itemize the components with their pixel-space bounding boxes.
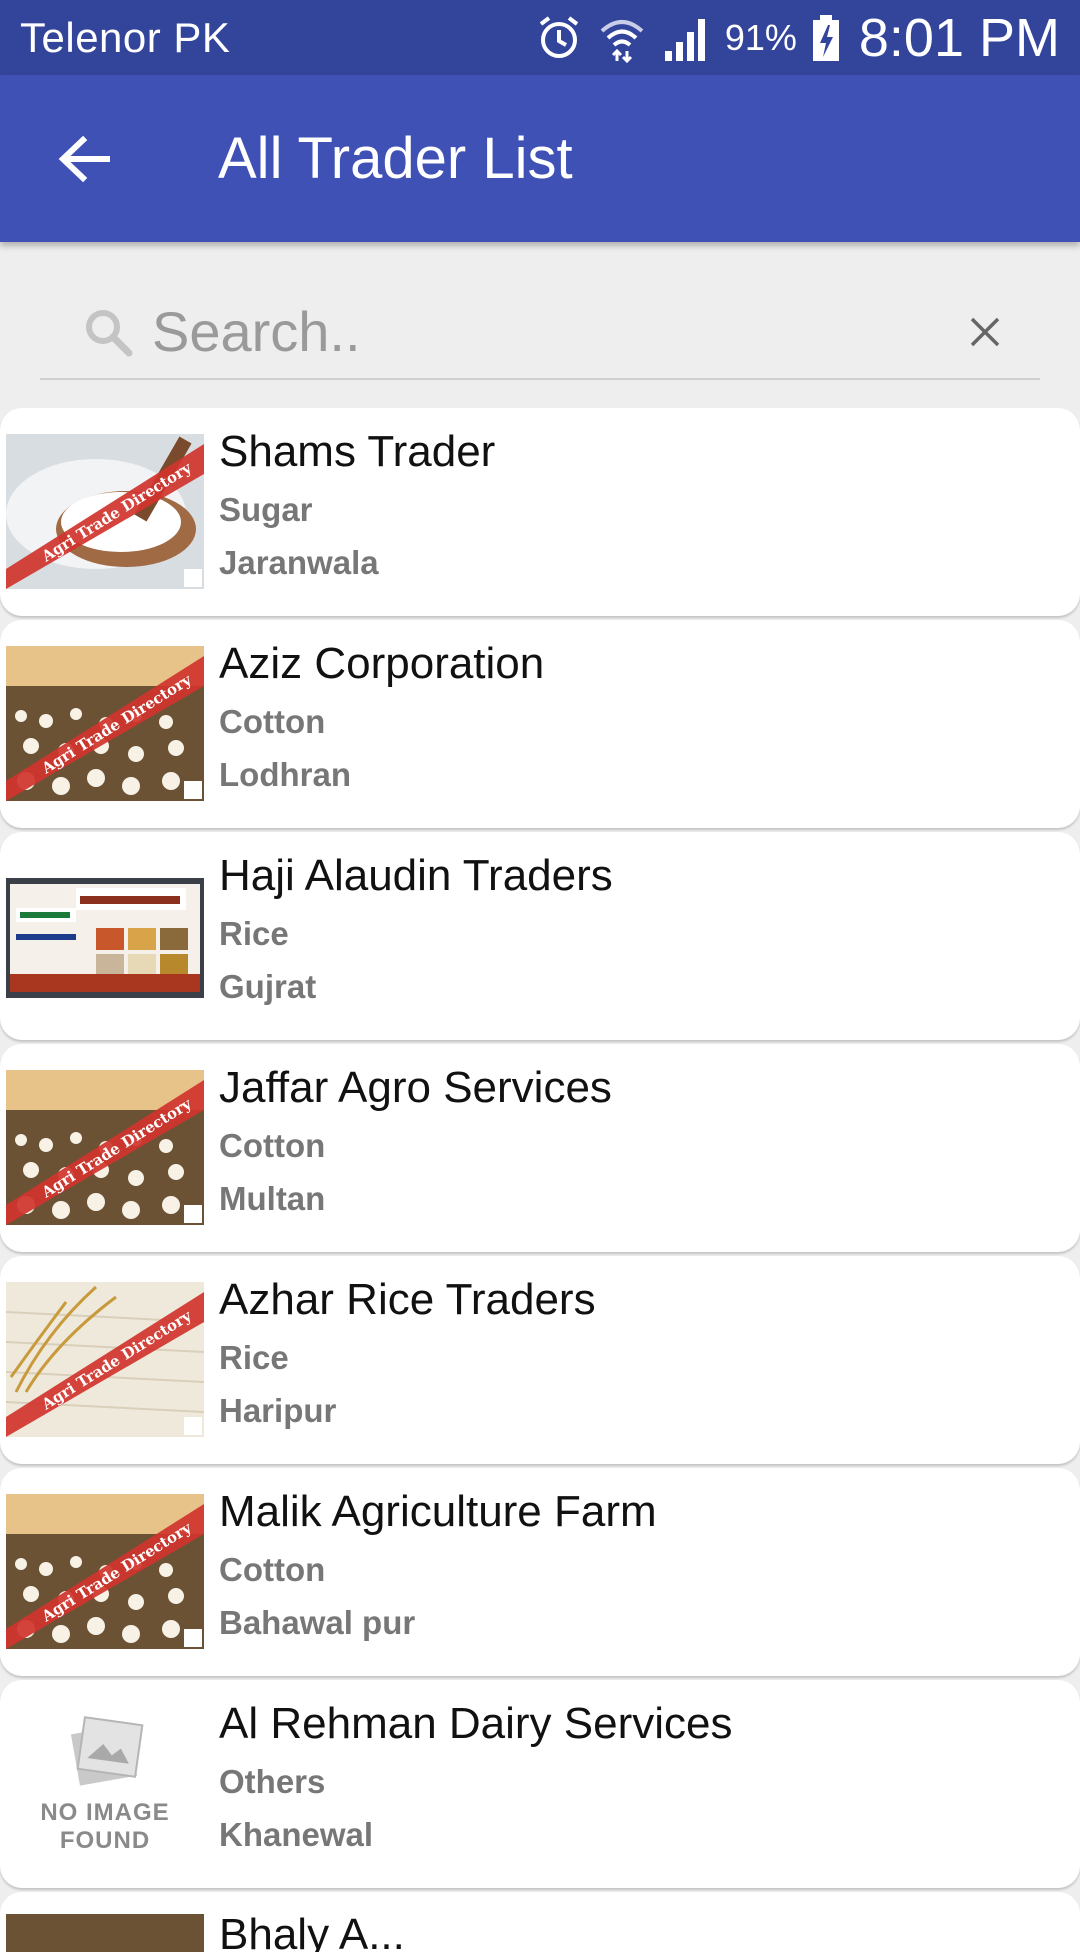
alarm-icon xyxy=(539,15,579,58)
trader-name: Haji Alaudin Traders xyxy=(219,851,613,900)
trader-image-rice: Agri Trade Directory xyxy=(6,1282,204,1437)
trader-name: Shams Trader xyxy=(219,427,496,476)
trader-card-partial[interactable]: Bhaly A... xyxy=(0,1892,1080,1952)
trader-city: Multan xyxy=(219,1180,326,1217)
status-icons: 91% 8:01 PM xyxy=(535,7,1060,69)
trader-image-business-card xyxy=(6,878,204,998)
trader-category: Others xyxy=(219,1763,326,1800)
trader-category: Rice xyxy=(219,1339,289,1376)
trader-card[interactable]: NO IMAGE FOUND Al Rehman Dairy Services … xyxy=(0,1680,1080,1888)
trader-image-cotton: Agri Trade Directory xyxy=(6,1070,204,1225)
trader-category: Rice xyxy=(219,915,289,952)
arrow-left-icon xyxy=(58,135,110,182)
no-image-line1: NO IMAGE xyxy=(40,1799,170,1826)
trader-city: Lodhran xyxy=(219,756,351,793)
trader-card[interactable]: Agri Trade Directory Jaffar Agro Service… xyxy=(0,1044,1080,1252)
battery-charging-icon xyxy=(812,14,839,61)
trader-category: Cotton xyxy=(219,1127,326,1164)
wifi-icon xyxy=(600,19,644,63)
trader-image-cotton: Agri Trade Directory xyxy=(6,646,204,801)
trader-category: Sugar xyxy=(219,491,313,528)
image-placeholder-icon xyxy=(70,1716,144,1786)
trader-city: Gujrat xyxy=(219,968,317,1005)
carrier-label: Telenor PK xyxy=(20,13,231,61)
trader-city: Khanewal xyxy=(219,1816,374,1853)
no-image-text: NO IMAGE FOUND xyxy=(40,1799,169,1855)
search-bar xyxy=(40,285,1040,380)
trader-name: Bhaly A... xyxy=(219,1910,405,1952)
trader-city: Jaranwala xyxy=(219,544,379,581)
trader-category: Cotton xyxy=(219,1551,326,1588)
clear-search-button[interactable] xyxy=(960,307,1010,357)
trader-card[interactable]: Haji Alaudin Traders Rice Gujrat xyxy=(0,832,1080,1040)
status-bar: Telenor PK 91% 8:01 PM xyxy=(0,0,1080,75)
search-input[interactable] xyxy=(152,291,912,372)
trader-city: Haripur xyxy=(219,1392,337,1429)
search-icon xyxy=(86,309,133,356)
close-icon xyxy=(970,317,1000,346)
trader-card[interactable]: Agri Trade Directory Aziz Corporation Co… xyxy=(0,620,1080,828)
trader-name: Azhar Rice Traders xyxy=(219,1275,596,1324)
page-title: All Trader List xyxy=(218,126,573,191)
trader-name: Al Rehman Dairy Services xyxy=(219,1699,733,1748)
trader-image-cotton: Agri Trade Directory xyxy=(6,1494,204,1649)
trader-list: Agri Trade Directory Shams Trader Sugar … xyxy=(0,408,1080,1952)
trader-category: Cotton xyxy=(219,703,326,740)
trader-name: Aziz Corporation xyxy=(219,639,545,688)
back-button[interactable] xyxy=(34,109,134,209)
trader-card[interactable]: Agri Trade Directory Azhar Rice Traders … xyxy=(0,1256,1080,1464)
battery-percent: 91% xyxy=(724,16,797,58)
trader-card[interactable]: Agri Trade Directory Shams Trader Sugar … xyxy=(0,408,1080,616)
app-bar: All Trader List xyxy=(0,75,1080,242)
trader-city: Bahawal pur xyxy=(219,1604,416,1641)
trader-name: Malik Agriculture Farm xyxy=(219,1487,657,1536)
trader-name: Jaffar Agro Services xyxy=(219,1063,612,1112)
no-image-placeholder: NO IMAGE FOUND xyxy=(6,1690,204,1880)
signal-icon xyxy=(664,18,705,61)
trader-image-sugar: Agri Trade Directory xyxy=(6,434,204,589)
clock: 8:01 PM xyxy=(858,7,1060,68)
trader-card[interactable]: Agri Trade Directory Malik Agriculture F… xyxy=(0,1468,1080,1676)
no-image-line2: FOUND xyxy=(59,1827,151,1854)
